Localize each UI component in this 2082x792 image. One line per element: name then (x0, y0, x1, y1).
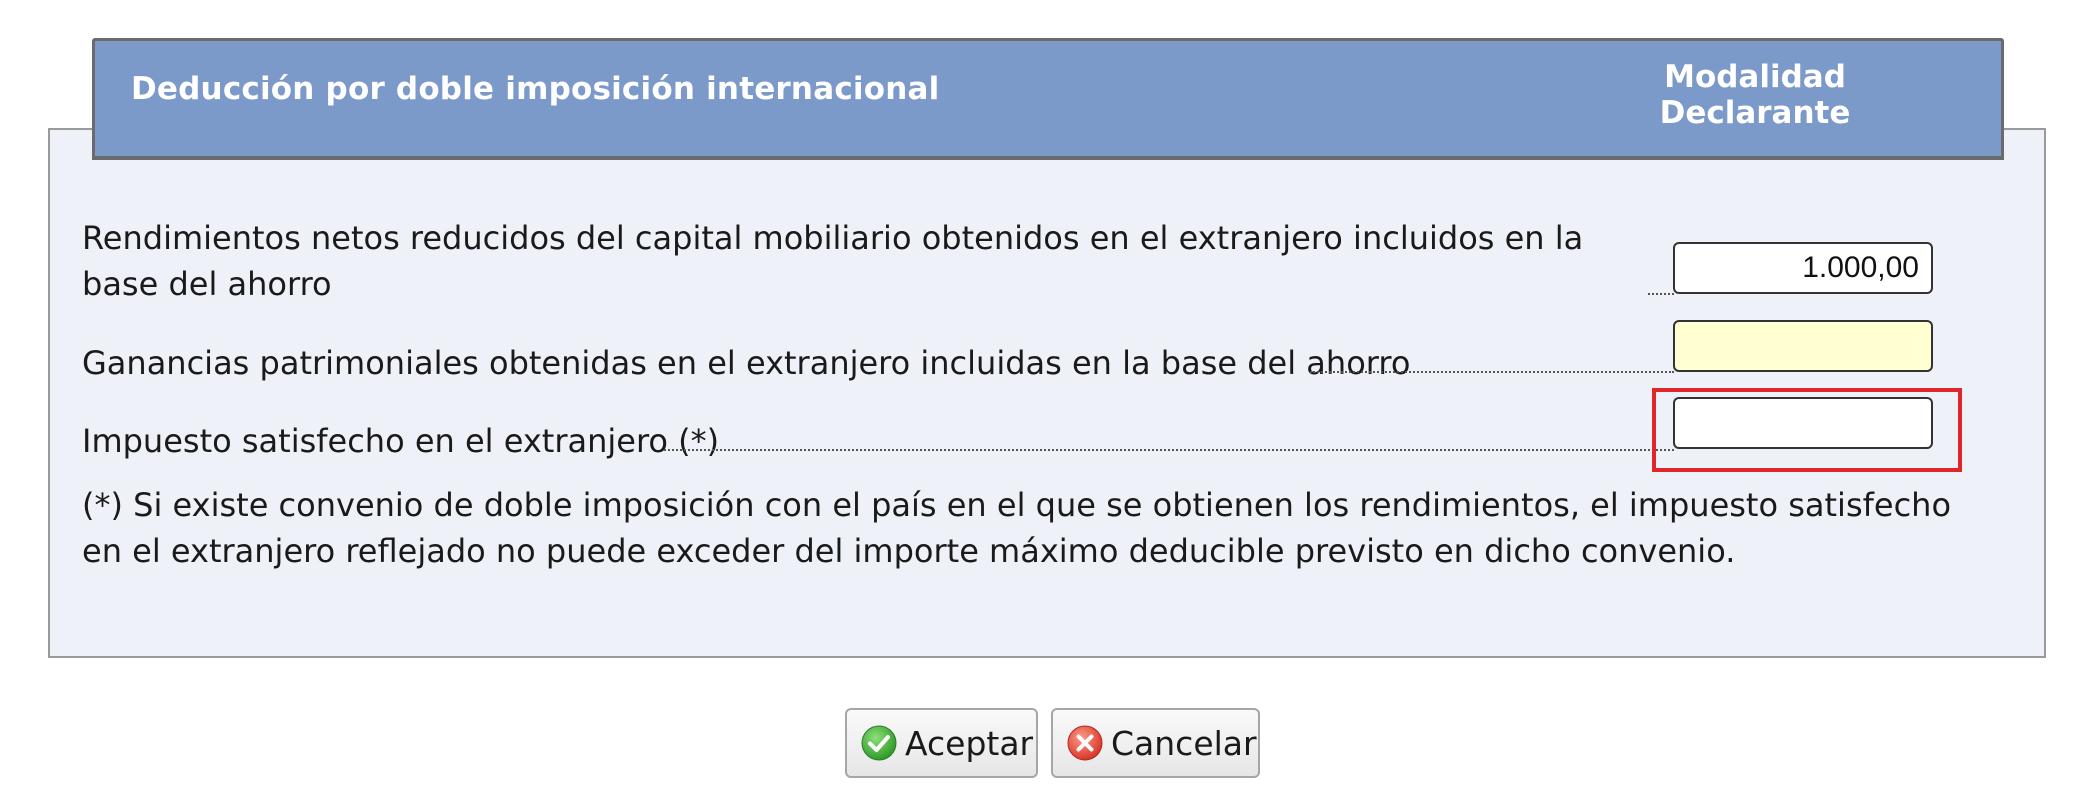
row-label-impuesto: Impuesto satisfecho en el extranjero (*) (82, 422, 720, 460)
highlight-box (1652, 388, 1962, 472)
row-label-rendimientos: Rendimientos netos reducidos del capital… (82, 219, 1584, 303)
ganancias-input[interactable] (1673, 320, 1933, 372)
accept-button[interactable]: Aceptar (845, 708, 1038, 778)
section-header: Deducción por doble imposición internaci… (92, 38, 2004, 160)
row-label-ganancias: Ganancias patrimoniales obtenidas en el … (82, 344, 1411, 382)
column-header-line1: Modalidad (1664, 59, 1846, 95)
accept-button-label: Aceptar (905, 723, 1034, 763)
column-header-line2: Declarante (1659, 95, 1851, 131)
leader-dots (1310, 371, 1674, 373)
footnote-text: (*) Si existe convenio de doble imposici… (82, 486, 1952, 570)
check-circle-icon (861, 725, 897, 761)
leader-dots (664, 449, 1674, 451)
cancel-circle-icon (1067, 725, 1103, 761)
cancel-button[interactable]: Cancelar (1051, 708, 1260, 778)
cancel-button-label: Cancelar (1111, 723, 1257, 763)
section-title: Deducción por doble imposición internaci… (131, 71, 940, 107)
leader-dots (1648, 293, 1674, 295)
rendimientos-input[interactable]: 1.000,00 (1673, 242, 1933, 294)
column-header-modalidad: Modalidad Declarante (1655, 59, 1855, 131)
